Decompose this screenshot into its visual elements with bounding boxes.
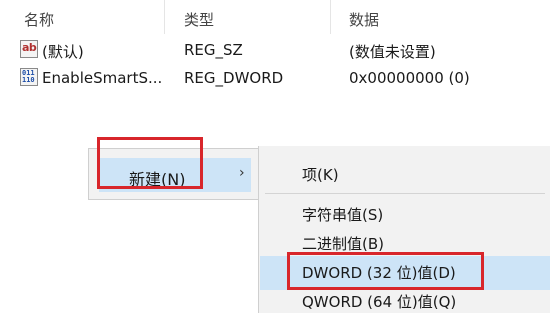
submenu-item-binary-value[interactable]: 二进制值(B) [302,233,384,254]
registry-value-row[interactable]: ab (默认) REG_SZ (数值未设置) [0,36,550,64]
submenu-item-key[interactable]: 项(K) [302,164,339,185]
string-value-icon: ab [20,40,38,58]
column-divider[interactable] [330,0,331,34]
chevron-right-icon: › [239,165,245,181]
string-value-icon-glyph: ab [22,41,37,54]
column-header-data[interactable]: 数据 [349,9,379,30]
highlight-box-new [97,137,203,189]
value-data: (数值未设置) [349,43,436,61]
list-header: 名称 类型 数据 [0,0,550,34]
registry-value-row[interactable]: 011 110 EnableSmartS... REG_DWORD 0x0000… [0,64,550,92]
value-type: REG_DWORD [184,69,284,87]
binary-value-icon: 011 110 [20,68,38,86]
submenu-item-string-value[interactable]: 字符串值(S) [302,204,383,225]
column-header-name[interactable]: 名称 [24,9,54,30]
value-name: EnableSmartS... [42,69,163,87]
value-data: 0x00000000 (0) [349,69,470,87]
highlight-box-dword [287,252,484,290]
menu-separator [265,193,545,194]
column-divider[interactable] [164,0,165,34]
value-type: REG_SZ [184,41,243,59]
value-name: (默认) [42,43,84,61]
binary-value-icon-glyph: 011 110 [22,69,35,84]
submenu-item-qword-value[interactable]: QWORD (64 位)值(Q) [302,291,456,312]
column-header-type[interactable]: 类型 [184,9,214,30]
